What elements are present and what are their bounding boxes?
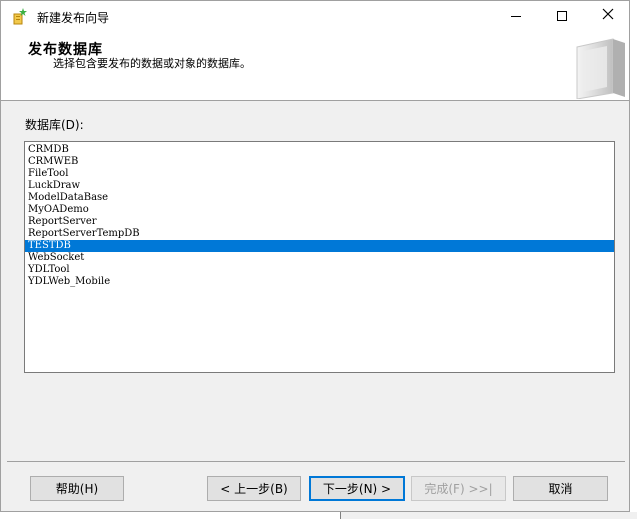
next-button[interactable]: 下一步(N) >	[309, 476, 405, 501]
close-icon	[602, 8, 614, 24]
list-item[interactable]: CRMWEB	[25, 156, 614, 168]
minimize-icon	[511, 15, 521, 17]
title-bar: 新建发布向导	[1, 1, 629, 31]
list-item[interactable]: YDLWeb_Mobile	[25, 276, 614, 288]
list-item[interactable]: MyOADemo	[25, 204, 614, 216]
close-button[interactable]	[585, 1, 629, 31]
back-button[interactable]: < 上一步(B)	[207, 476, 301, 501]
page-subtitle: 选择包含要发布的数据或对象的数据库。	[53, 57, 251, 70]
help-button[interactable]: 帮助(H)	[30, 476, 124, 501]
list-item-selected[interactable]: TESTDB	[25, 240, 614, 252]
list-item[interactable]: WebSocket	[25, 252, 614, 264]
maximize-icon	[557, 11, 567, 21]
list-item[interactable]: FileTool	[25, 168, 614, 180]
maximize-button[interactable]	[539, 1, 585, 31]
wizard-footer: 帮助(H) < 上一步(B) 下一步(N) > 完成(F) >>| 取消	[7, 461, 625, 511]
list-item[interactable]: YDLTool	[25, 264, 614, 276]
list-item[interactable]: LuckDraw	[25, 180, 614, 192]
database-list-label: 数据库(D):	[25, 118, 84, 132]
list-item[interactable]: ReportServerTempDB	[25, 228, 614, 240]
window-title: 新建发布向导	[37, 11, 110, 25]
minimize-button[interactable]	[493, 1, 539, 31]
list-item[interactable]: ReportServer	[25, 216, 614, 228]
database-listbox[interactable]: CRMDB CRMWEB FileTool LuckDraw ModelData…	[24, 141, 615, 373]
publish-wizard-window: 新建发布向导 发布数据库 选择包含要发布的数据或对象的数据库。 数据库(D): …	[0, 0, 630, 512]
background-edge	[631, 0, 637, 519]
wizard-icon	[11, 7, 29, 25]
cancel-button[interactable]: 取消	[513, 476, 608, 501]
wizard-header: 发布数据库 选择包含要发布的数据或对象的数据库。	[1, 31, 629, 101]
book-icon	[573, 37, 629, 100]
list-item[interactable]: CRMDB	[25, 144, 614, 156]
list-item[interactable]: ModelDataBase	[25, 192, 614, 204]
finish-button[interactable]: 完成(F) >>|	[411, 476, 506, 501]
background-window-edge	[340, 512, 637, 519]
